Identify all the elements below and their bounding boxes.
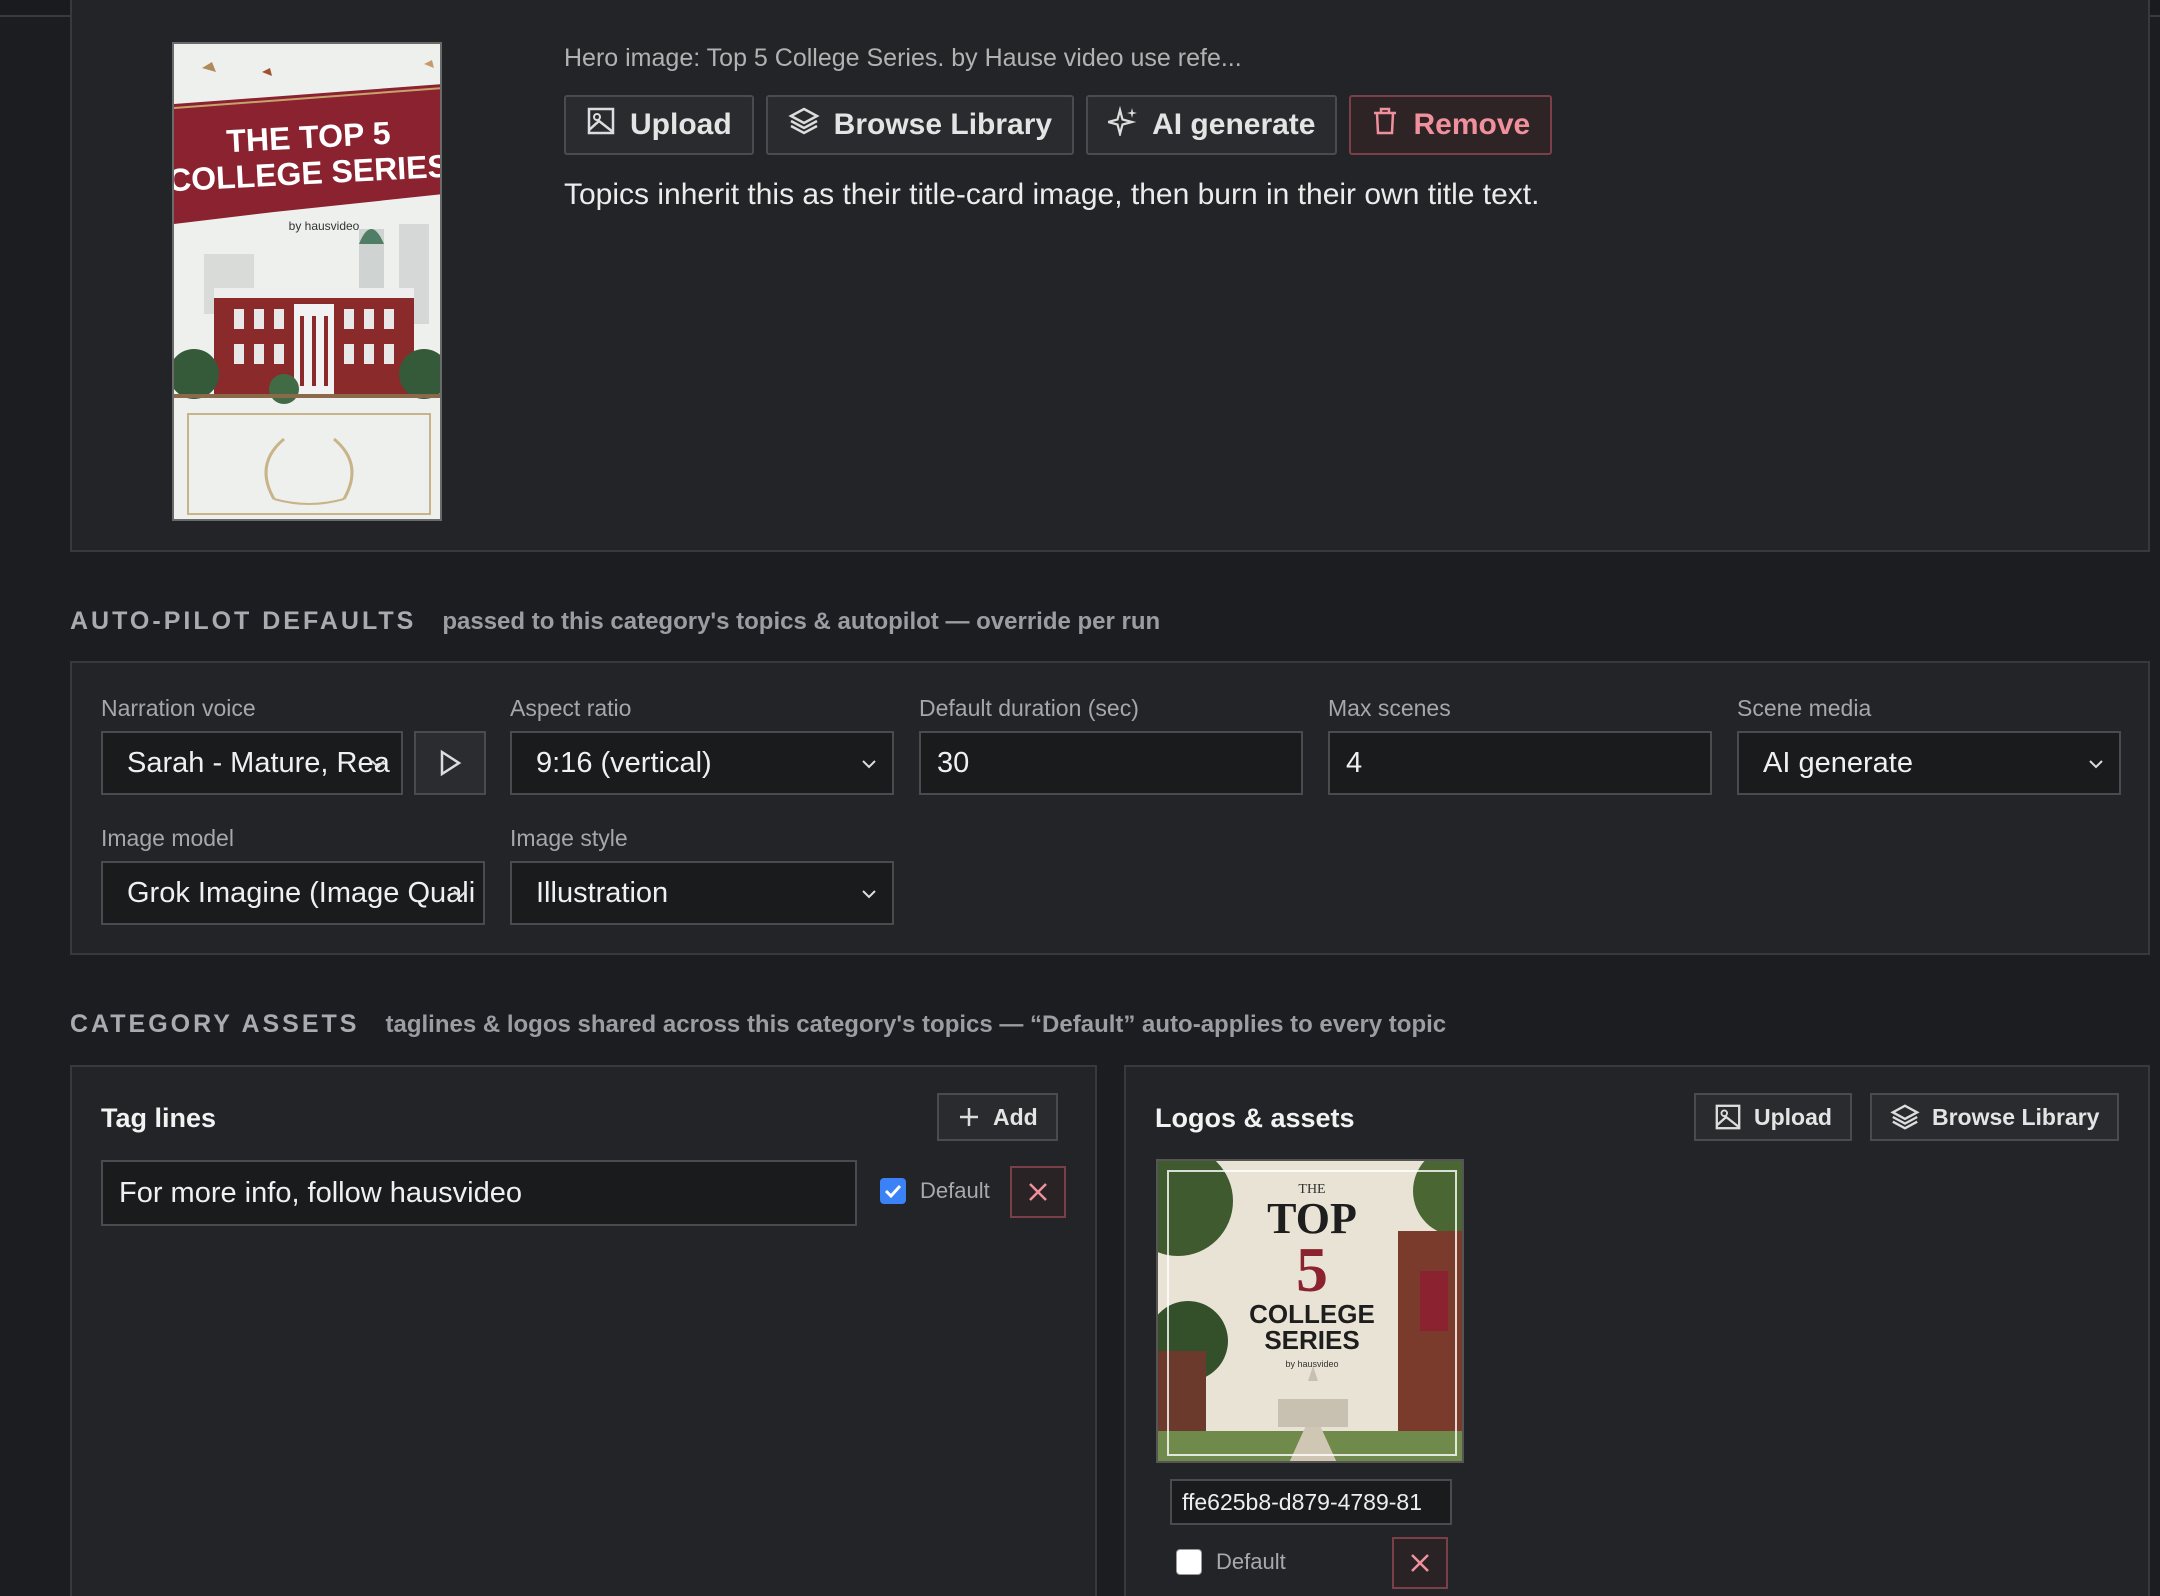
hero-image-art: THE TOP 5 COLLEGE SERIES by hausvideo — [174, 44, 440, 519]
assets-subtitle: taglines & logos shared across this cate… — [385, 1011, 1447, 1038]
hero-ai-label: AI generate — [1152, 108, 1316, 141]
narration-voice-select[interactable]: Sarah - Mature, Rea — [101, 731, 403, 795]
logo-default-label: Default — [1216, 1549, 1286, 1574]
checkmark-icon — [884, 1184, 902, 1199]
layers-icon — [1890, 1104, 1920, 1130]
sparkle-icon — [1103, 105, 1138, 144]
default-duration-value: 30 — [937, 746, 970, 779]
play-icon — [440, 749, 462, 777]
hero-upload-button[interactable]: Upload — [564, 95, 754, 155]
scene-media-value: AI generate — [1763, 746, 1913, 779]
layers-icon — [788, 105, 820, 145]
logo-asset-art: THE TOP 5 COLLEGE SERIES by hausvideo — [1158, 1161, 1462, 1461]
scene-media-label: Scene media — [1737, 695, 1872, 721]
hero-upload-label: Upload — [630, 108, 732, 141]
logo-thumb-series: SERIES — [1264, 1325, 1359, 1355]
image-icon — [1715, 1104, 1741, 1130]
logo-upload-label: Upload — [1754, 1103, 1832, 1130]
hero-note: Topics inherit this as their title-card … — [564, 178, 1540, 211]
autopilot-section-header: AUTO-PILOT DEFAULTS passed to this categ… — [70, 607, 1160, 636]
logos-panel: Logos & assets Upload Browse Library THE… — [1124, 1065, 2150, 1596]
chevron-down-icon — [371, 760, 385, 769]
image-model-select[interactable]: Grok Imagine (Image Quali — [101, 861, 485, 925]
autopilot-subtitle: passed to this category's topics & autop… — [442, 608, 1161, 635]
add-tagline-button[interactable]: Add — [937, 1093, 1058, 1141]
add-tagline-label: Add — [993, 1103, 1038, 1130]
assets-title: CATEGORY ASSETS — [70, 1010, 360, 1038]
tagline-input[interactable]: For more info, follow hausvideo — [101, 1160, 857, 1226]
image-model-label: Image model — [101, 825, 234, 851]
image-model-value: Grok Imagine (Image Quali — [127, 876, 476, 909]
autopilot-title: AUTO-PILOT DEFAULTS — [70, 607, 417, 635]
logo-thumb-by: by hausvideo — [1285, 1359, 1338, 1369]
aspect-ratio-value: 9:16 (vertical) — [536, 746, 712, 779]
hero-ai-generate-button[interactable]: AI generate — [1086, 95, 1338, 155]
chevron-down-icon — [2089, 760, 2103, 769]
hero-browse-library-button[interactable]: Browse Library — [765, 95, 1075, 155]
hero-button-row: Upload Browse Library AI generate Remove — [564, 95, 1553, 155]
max-scenes-value: 4 — [1346, 746, 1363, 779]
plus-icon — [960, 1108, 978, 1126]
tagline-value: For more info, follow hausvideo — [119, 1176, 522, 1209]
logo-browse-label: Browse Library — [1932, 1103, 2100, 1130]
max-scenes-input[interactable]: 4 — [1328, 731, 1712, 795]
scene-media-select[interactable]: AI generate — [1737, 731, 2121, 795]
logo-browse-library-button[interactable]: Browse Library — [1870, 1093, 2120, 1141]
logos-title: Logos & assets — [1155, 1103, 1355, 1133]
hero-image-thumbnail[interactable]: THE TOP 5 COLLEGE SERIES by hausvideo — [172, 42, 442, 521]
hero-caption: Hero image: Top 5 College Series. by Hau… — [564, 44, 1242, 72]
logo-asset-thumbnail[interactable]: THE TOP 5 COLLEGE SERIES by hausvideo — [1156, 1159, 1464, 1463]
aspect-ratio-select[interactable]: 9:16 (vertical) — [510, 731, 894, 795]
image-style-value: Illustration — [536, 876, 669, 909]
tagline-default-checkbox[interactable] — [880, 1178, 906, 1204]
assets-section-header: CATEGORY ASSETS taglines & logos shared … — [70, 1010, 1446, 1039]
chevron-down-icon — [862, 890, 876, 899]
logo-upload-button[interactable]: Upload — [1694, 1093, 1852, 1141]
default-duration-input[interactable]: 30 — [919, 731, 1303, 795]
logo-thumb-number: 5 — [1296, 1234, 1328, 1305]
preview-voice-button[interactable] — [414, 731, 486, 795]
trash-icon — [1371, 106, 1399, 144]
close-icon — [1029, 1183, 1047, 1201]
image-style-select[interactable]: Illustration — [510, 861, 894, 925]
narration-voice-label: Narration voice — [101, 695, 256, 721]
close-icon — [1411, 1554, 1429, 1572]
chevron-down-icon — [862, 760, 876, 769]
remove-logo-button[interactable] — [1392, 1537, 1448, 1589]
default-duration-label: Default duration (sec) — [919, 695, 1139, 721]
image-style-label: Image style — [510, 825, 628, 851]
logo-name-value: ffe625b8-d879-4789-81 — [1182, 1488, 1423, 1515]
remove-tagline-button[interactable] — [1010, 1166, 1066, 1218]
hero-thumb-byline: by hausvideo — [289, 219, 360, 233]
max-scenes-label: Max scenes — [1328, 695, 1451, 721]
hero-panel: THE TOP 5 COLLEGE SERIES by hausvideo He… — [70, 0, 2150, 552]
logo-name-input[interactable]: ffe625b8-d879-4789-81 — [1170, 1479, 1452, 1525]
logo-default-checkbox[interactable] — [1176, 1549, 1202, 1575]
chevron-down-icon — [453, 890, 467, 899]
tagline-default-label: Default — [920, 1178, 990, 1203]
narration-voice-value: Sarah - Mature, Rea — [127, 746, 390, 779]
taglines-panel: Tag lines Add For more info, follow haus… — [70, 1065, 1097, 1596]
hero-remove-button[interactable]: Remove — [1349, 95, 1553, 155]
hero-browse-label: Browse Library — [833, 108, 1053, 141]
hero-remove-label: Remove — [1413, 108, 1531, 141]
image-icon — [586, 106, 616, 144]
autopilot-panel: Narration voice Sarah - Mature, Rea Aspe… — [70, 661, 2150, 955]
taglines-title: Tag lines — [101, 1103, 217, 1133]
aspect-ratio-label: Aspect ratio — [510, 695, 632, 721]
